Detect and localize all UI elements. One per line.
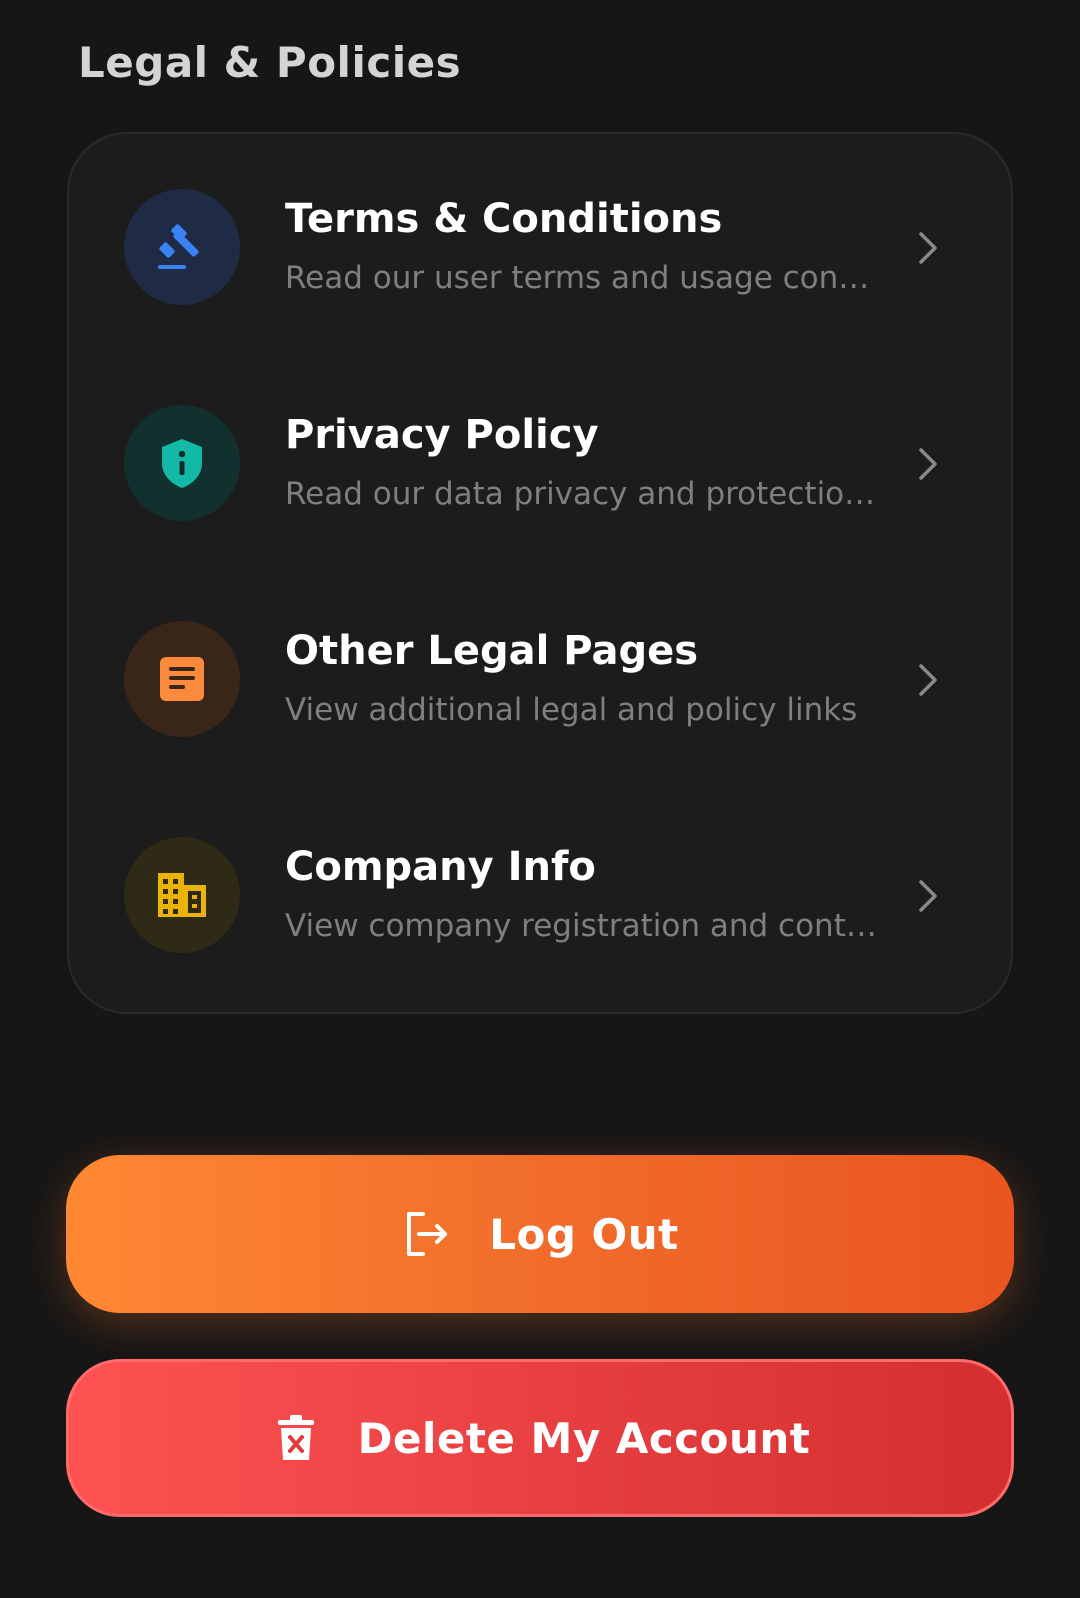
chevron-right-icon xyxy=(919,232,937,264)
item-subtitle: Read our user terms and usage conditions xyxy=(285,260,885,296)
item-subtitle: View additional legal and policy links xyxy=(285,692,858,728)
item-subtitle: View company registration and contact de… xyxy=(285,908,885,944)
item-subtitle: Read our data privacy and protection pol… xyxy=(285,476,885,512)
legal-policies-screen: Legal & Policies Terms & Conditions Read… xyxy=(0,0,1080,1598)
list-item-other-legal[interactable]: Other Legal Pages View additional legal … xyxy=(69,566,1011,766)
list-item-privacy[interactable]: Privacy Policy Read our data privacy and… xyxy=(69,350,1011,550)
delete-label: Delete My Account xyxy=(357,1413,811,1463)
chevron-right-icon xyxy=(919,448,937,480)
shield-info-icon xyxy=(162,439,202,488)
icon-badge xyxy=(124,189,240,305)
item-title: Terms & Conditions xyxy=(285,196,723,242)
logout-icon xyxy=(407,1212,448,1256)
gavel-icon xyxy=(158,224,199,269)
item-title: Company Info xyxy=(285,844,596,890)
chevron-right-icon xyxy=(919,880,937,912)
icon-badge xyxy=(124,621,240,737)
icon-badge xyxy=(124,837,240,953)
document-icon xyxy=(160,657,204,701)
item-title: Privacy Policy xyxy=(285,412,599,458)
section-title: Legal & Policies xyxy=(78,38,462,87)
logout-label: Log Out xyxy=(489,1209,679,1259)
list-item-terms[interactable]: Terms & Conditions Read our user terms a… xyxy=(69,134,1011,334)
trash-icon xyxy=(277,1415,314,1460)
icon-badge xyxy=(124,405,240,521)
building-icon xyxy=(158,873,206,917)
item-title: Other Legal Pages xyxy=(285,628,699,674)
delete-account-button[interactable]: Delete My Account xyxy=(66,1359,1014,1517)
logout-button[interactable]: Log Out xyxy=(66,1155,1014,1313)
legal-list-card: Terms & Conditions Read our user terms a… xyxy=(67,132,1013,1014)
chevron-right-icon xyxy=(919,664,937,696)
list-item-company-info[interactable]: Company Info View company registration a… xyxy=(69,782,1011,982)
